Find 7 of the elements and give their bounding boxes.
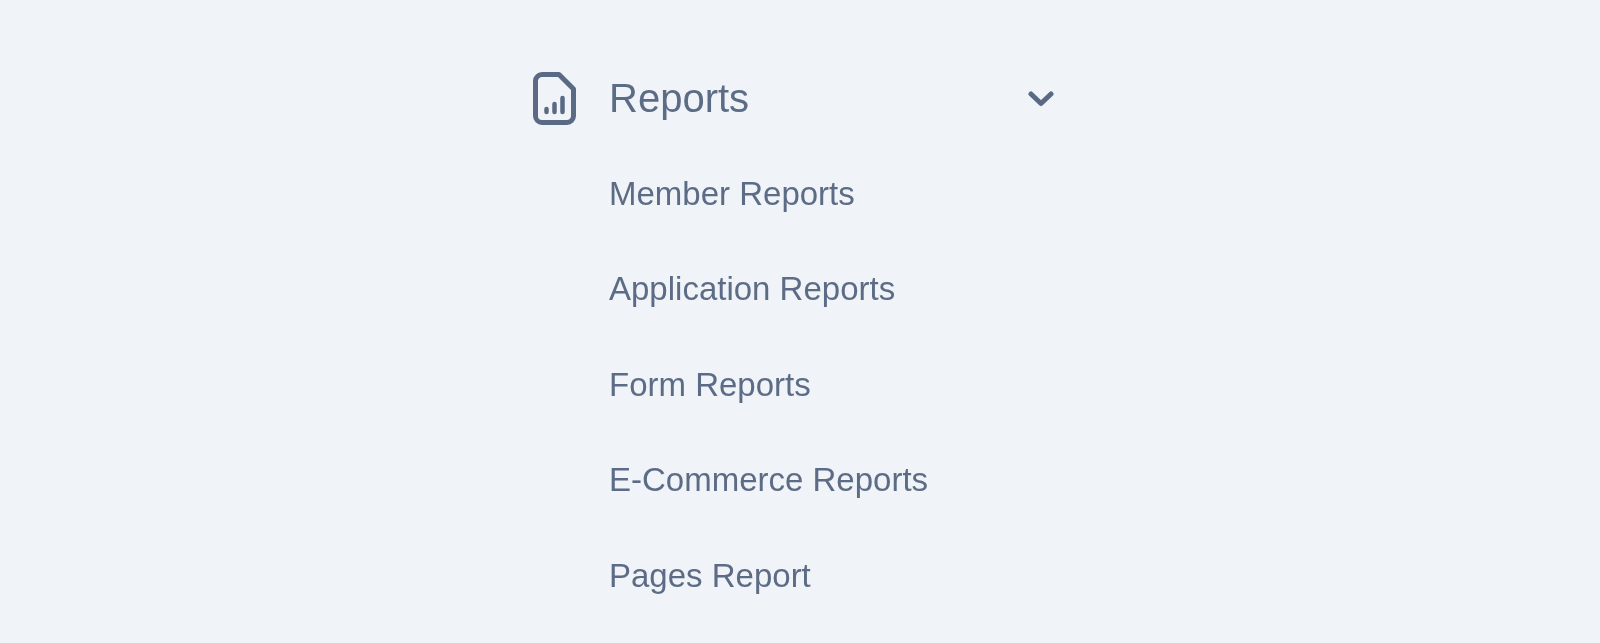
- submenu-item[interactable]: Application Reports: [609, 269, 896, 310]
- menu-toggle-button[interactable]: Reports: [533, 50, 1054, 146]
- submenu-item[interactable]: Pages Report: [609, 555, 811, 596]
- bar-chart-document-icon: [533, 71, 576, 125]
- submenu-item[interactable]: E-Commerce Reports: [609, 460, 929, 501]
- submenu-item[interactable]: Form Reports: [609, 364, 811, 405]
- submenu-item[interactable]: Member Reports: [609, 173, 855, 214]
